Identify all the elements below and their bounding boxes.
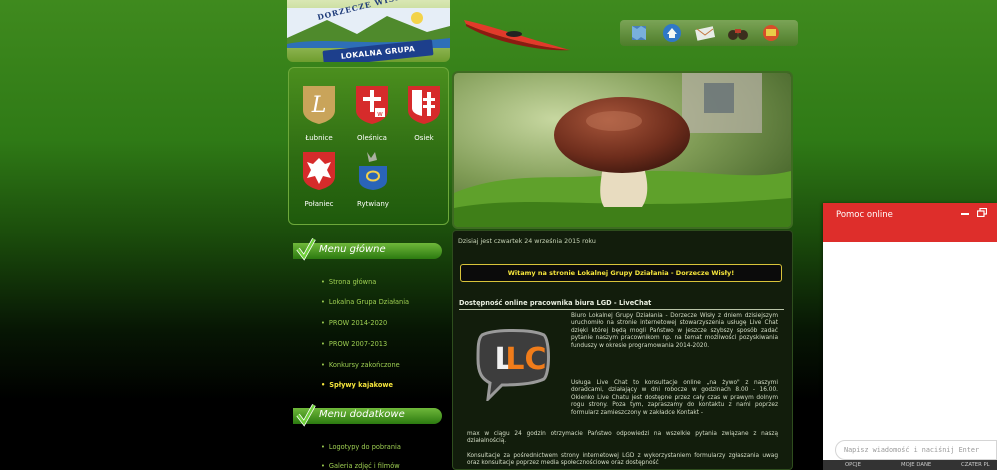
municipality-olesnica[interactable]: w Oleśnica: [344, 86, 400, 142]
popout-icon[interactable]: [977, 208, 987, 217]
rytwiany-coat-of-arms: [359, 152, 387, 190]
checkmark-icon: [296, 238, 316, 261]
municipality-label: Połaniec: [304, 200, 334, 208]
divider: [459, 309, 784, 310]
site-logo[interactable]: DORZECZE WISŁY LOKALNA GRUPA DZIAŁANIA: [287, 0, 450, 62]
article-title[interactable]: Dostępność online pracownika biura LGD -…: [459, 299, 651, 307]
lubnice-coat-of-arms: L: [303, 86, 335, 124]
article-paragraph: Konsultacje za pośrednictwem strony inte…: [467, 453, 778, 467]
chat-tab-my-data[interactable]: MOJE DANE: [901, 462, 931, 468]
article-paragraph: max w ciągu 24 godzin otrzymacie Państwo…: [467, 431, 778, 445]
menu-item-galeria[interactable]: Galeria zdjęć i filmów: [321, 462, 400, 470]
municipality-label: Osiek: [414, 134, 434, 142]
municipality-label: Rytwiany: [357, 200, 389, 208]
svg-text:w: w: [377, 110, 383, 118]
livechat-widget: Pomoc online Napisz wiadomość i naciśnij…: [823, 203, 997, 470]
welcome-banner: Witamy na stronie Lokalnej Grupy Działan…: [460, 264, 782, 282]
menu-item-strona-glowna[interactable]: Strona główna: [321, 278, 376, 286]
chat-footer: OPCJE MOJE DANE CZATER PL: [823, 460, 997, 470]
chat-tab-czater[interactable]: CZATER PL: [961, 462, 990, 468]
menu-item-lgd[interactable]: Lokalna Grupa Działania: [321, 298, 409, 306]
menu-item-logotypy[interactable]: Logotypy do pobrania: [321, 443, 401, 451]
municipality-lubnice[interactable]: L Łubnice: [291, 86, 347, 142]
kayak-image: [464, 20, 570, 51]
extra-menu-title: Menu dodatkowe: [319, 409, 405, 420]
municipality-label: Łubnice: [305, 134, 333, 142]
svg-text:L: L: [311, 93, 327, 118]
header-photo: [452, 71, 793, 229]
menu-item-prow-2007[interactable]: PROW 2007-2013: [321, 340, 387, 348]
main-menu-title: Menu główne: [319, 244, 386, 255]
mail-icon[interactable]: [694, 23, 716, 43]
binoculars-icon[interactable]: [727, 23, 749, 43]
flag-icon[interactable]: [760, 23, 782, 43]
minimize-icon[interactable]: [961, 213, 969, 215]
livechat-logo-text: LC: [505, 342, 546, 377]
municipality-osiek[interactable]: Osiek: [396, 86, 452, 142]
osiek-coat-of-arms: [408, 86, 440, 124]
mushroom-photo: [454, 73, 791, 227]
chat-title: Pomoc online: [836, 210, 893, 220]
article-paragraph: Biuro Lokalnej Grupy Działania - Dorzecz…: [571, 313, 778, 349]
municipality-polaniec[interactable]: Połaniec: [291, 152, 347, 208]
municipality-label: Oleśnica: [357, 134, 387, 142]
checkmark-icon: [296, 404, 316, 427]
article-paragraph: Usługa Live Chat to konsultacje online „…: [571, 380, 778, 416]
current-date: Dzisiaj jest czwartek 24 września 2015 r…: [458, 238, 596, 245]
municipality-rytwiany[interactable]: Rytwiany: [345, 152, 401, 208]
home-icon[interactable]: [661, 23, 683, 43]
chat-tab-options[interactable]: OPCJE: [845, 462, 861, 468]
map-icon[interactable]: [628, 23, 650, 43]
menu-item-prow-2014[interactable]: PROW 2014-2020: [321, 319, 387, 327]
menu-item-konkursy[interactable]: Konkursy zakończone: [321, 361, 400, 369]
menu-item-splywy[interactable]: Spływy kajakowe: [321, 381, 393, 389]
header-icon-bar: [620, 20, 798, 46]
olesnica-coat-of-arms: w: [356, 86, 388, 124]
polaniec-coat-of-arms: [303, 152, 335, 190]
chat-header[interactable]: Pomoc online: [823, 203, 997, 242]
livechat-logo: L LC: [476, 329, 550, 401]
chat-message-input[interactable]: Napisz wiadomość i naciśnij Enter: [835, 440, 997, 460]
